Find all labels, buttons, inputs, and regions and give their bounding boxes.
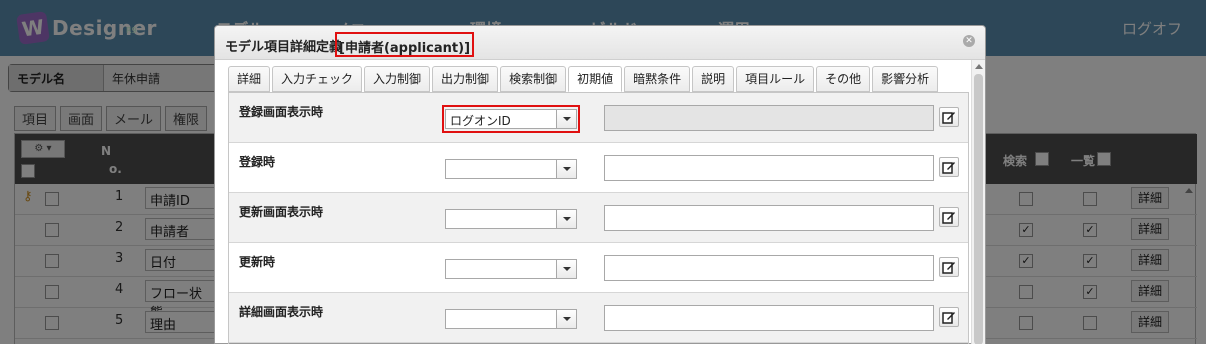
select-highlight-box bbox=[442, 105, 580, 133]
chevron-down-icon[interactable] bbox=[556, 260, 576, 278]
dialog-scrollbar[interactable] bbox=[971, 60, 985, 344]
row-label: 登録画面表示時 bbox=[239, 105, 324, 119]
initial-value-select[interactable] bbox=[445, 259, 577, 279]
item-detail-dialog: モデル項目詳細定義 [申請者(applicant)] ✕ 詳細 入力チェック 入… bbox=[214, 25, 986, 344]
initial-value-input[interactable] bbox=[604, 205, 934, 231]
edit-button[interactable] bbox=[939, 157, 959, 177]
edit-icon bbox=[942, 212, 955, 224]
dialog-title: モデル項目詳細定義 bbox=[225, 40, 343, 55]
initial-value-row: 登録画面表示時 ログオンID bbox=[229, 93, 968, 143]
edit-icon bbox=[942, 312, 955, 324]
edit-button[interactable] bbox=[939, 107, 959, 127]
chevron-down-icon[interactable] bbox=[556, 310, 576, 328]
initial-value-select[interactable] bbox=[445, 309, 577, 329]
tab-item-rule[interactable]: 項目ルール bbox=[736, 66, 815, 92]
initial-value-input[interactable] bbox=[604, 155, 934, 181]
initial-value-input[interactable] bbox=[604, 255, 934, 281]
tab-input-check[interactable]: 入力チェック bbox=[272, 66, 363, 92]
tab-output-control[interactable]: 出力制御 bbox=[432, 66, 499, 92]
edit-button[interactable] bbox=[939, 207, 959, 227]
tab-input-control[interactable]: 入力制御 bbox=[364, 66, 431, 92]
row-label: 登録時 bbox=[239, 155, 276, 169]
row-label: 詳細画面表示時 bbox=[239, 305, 324, 319]
dialog-title-bar: モデル項目詳細定義 [申請者(applicant)] ✕ bbox=[215, 26, 985, 60]
edit-icon bbox=[942, 162, 955, 174]
tab-detail[interactable]: 詳細 bbox=[228, 66, 271, 92]
initial-value-panel: 登録画面表示時 ログオンID 登録時 更新画面表示時 更新時 詳細画面表示時 bbox=[228, 92, 969, 344]
dialog-title-item-name: [申請者(applicant)] bbox=[335, 32, 475, 57]
initial-value-row: 更新時 bbox=[229, 243, 968, 293]
chevron-down-icon[interactable] bbox=[556, 160, 576, 178]
tab-description[interactable]: 説明 bbox=[692, 66, 735, 92]
initial-value-input bbox=[604, 105, 934, 131]
edit-icon bbox=[942, 112, 955, 124]
tab-other[interactable]: その他 bbox=[816, 66, 871, 92]
scroll-thumb[interactable] bbox=[974, 74, 983, 344]
initial-value-select[interactable] bbox=[445, 209, 577, 229]
edit-icon bbox=[942, 262, 955, 274]
tab-initial-value[interactable]: 初期値 bbox=[568, 66, 623, 92]
row-label: 更新時 bbox=[239, 255, 276, 269]
tab-impact-analysis[interactable]: 影響分析 bbox=[872, 66, 939, 92]
initial-value-row: 登録時 bbox=[229, 143, 968, 193]
close-icon[interactable]: ✕ bbox=[963, 35, 975, 47]
tab-search-control[interactable]: 検索制御 bbox=[500, 66, 567, 92]
initial-value-select[interactable] bbox=[445, 159, 577, 179]
initial-value-row: 更新画面表示時 bbox=[229, 193, 968, 243]
edit-button[interactable] bbox=[939, 257, 959, 277]
dialog-tabs: 詳細 入力チェック 入力制御 出力制御 検索制御 初期値 暗黙条件 説明 項目ル… bbox=[228, 66, 940, 92]
row-label: 更新画面表示時 bbox=[239, 205, 324, 219]
scroll-up-icon[interactable] bbox=[975, 64, 983, 69]
initial-value-input[interactable] bbox=[604, 305, 934, 331]
initial-value-row: 詳細画面表示時 bbox=[229, 293, 968, 343]
chevron-down-icon[interactable] bbox=[556, 210, 576, 228]
tab-implicit-condition[interactable]: 暗黙条件 bbox=[624, 66, 691, 92]
edit-button[interactable] bbox=[939, 307, 959, 327]
